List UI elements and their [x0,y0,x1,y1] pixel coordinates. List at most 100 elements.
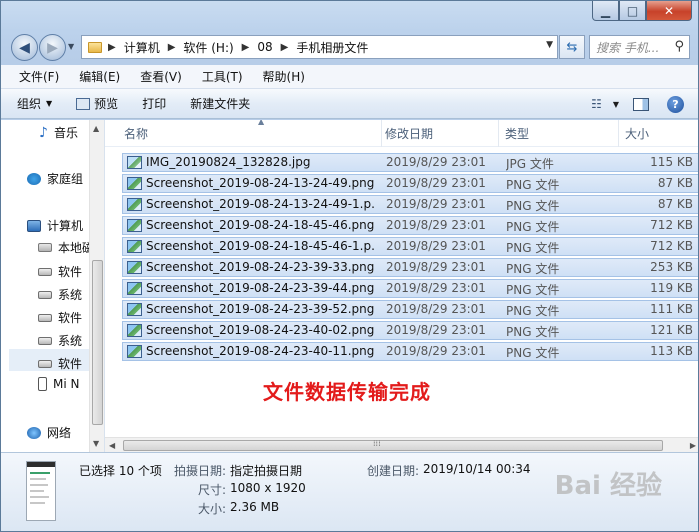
file-type: JPG 文件 [506,157,554,171]
sidebar-item-homegroup[interactable]: 家庭组 [27,170,89,187]
breadcrumb-folder-08[interactable]: 08 [257,40,272,54]
file-type: PNG 文件 [506,262,560,276]
file-row[interactable]: Screenshot_2019-08-24-23-39-33.png 2019/8… [122,258,698,277]
print-button[interactable]: 打印 [142,95,166,112]
sidebar-item-label: 计算机 [47,219,84,233]
file-list-pane: 名称 ▲ 修改日期 类型 大小 IMG_20190824_132828.jpg 2… [105,120,698,452]
file-modified-date: 2019/8/29 23:01 [386,218,486,232]
view-options-icon[interactable]: ☷ [591,97,602,111]
menu-help[interactable]: 帮助(H) [253,68,315,85]
minimize-button[interactable]: ▁ [592,1,619,21]
breadcrumb-separator-icon[interactable]: ▶ [108,42,116,53]
address-bar[interactable]: ▶ 计算机 ▶ 软件 (H:) ▶ 08 ▶ 手机相册文件 ▼ [81,35,558,59]
file-row[interactable]: Screenshot_2019-08-24-23-40-11.png 2019/8… [122,342,698,361]
recent-pages-dropdown[interactable]: ▼ [68,42,74,51]
created-date-value: 2019/10/14 00:34 [423,462,531,476]
file-row[interactable]: Screenshot_2019-08-24-13-24-49.png 2019/8… [122,174,698,193]
search-icon[interactable]: ⚲ [674,39,684,54]
view-chevron-down-icon[interactable]: ▼ [613,100,619,109]
maximize-button[interactable]: □ [619,1,646,21]
file-type: PNG 文件 [506,241,560,255]
file-modified-date: 2019/8/29 23:01 [386,197,486,211]
drive-icon [38,359,52,368]
file-name: Screenshot_2019-08-24-18-45-46-1.p... [146,239,376,253]
menu-edit[interactable]: 编辑(E) [69,68,130,85]
column-header-name[interactable]: 名称 ▲ [118,120,382,147]
file-modified-date: 2019/8/29 23:01 [386,260,486,274]
breadcrumb-current-folder[interactable]: 手机相册文件 [296,39,368,56]
scroll-right-icon[interactable]: ▶ [690,441,696,450]
print-label: 打印 [142,97,167,111]
created-date-label: 创建日期: [367,464,420,478]
file-size: 712 KB [650,218,693,232]
file-row[interactable]: Screenshot_2019-08-24-13-24-49-1.p... 201… [122,195,698,214]
jpg-image-file-icon [127,156,142,169]
file-row[interactable]: IMG_20190824_132828.jpg 2019/8/29 23:01 JP… [122,153,698,172]
scroll-left-icon[interactable]: ◀ [109,441,115,450]
file-modified-date: 2019/8/29 23:01 [386,302,486,316]
scroll-down-icon[interactable]: ▼ [93,439,99,448]
sort-ascending-icon: ▲ [258,120,265,126]
refresh-icon: ⇆ [566,39,578,55]
new-folder-button[interactable]: 新建文件夹 [190,95,250,112]
breadcrumb-computer[interactable]: 计算机 [124,39,160,56]
shot-date-value[interactable]: 指定拍摄日期 [230,462,302,479]
computer-icon [27,219,41,232]
menu-file[interactable]: 文件(F) [9,68,69,85]
back-button[interactable]: ◀ [11,34,38,61]
preview-button[interactable]: 预览 [76,95,118,112]
folder-icon [88,41,102,53]
png-image-file-icon [127,219,142,232]
shot-date-label: 拍摄日期: [174,464,227,478]
search-input[interactable]: 搜索 手机... ⚲ [589,35,690,59]
png-image-file-icon [127,198,142,211]
phone-icon [38,377,47,391]
file-row[interactable]: Screenshot_2019-08-24-23-39-44.png 2019/8… [122,279,698,298]
homegroup-icon [27,172,41,185]
file-row[interactable]: Screenshot_2019-08-24-18-45-46-1.p... 201… [122,237,698,256]
back-arrow-icon: ◀ [19,39,30,56]
drive-icon [38,267,52,276]
chevron-down-icon: ▼ [46,99,53,108]
new-folder-label: 新建文件夹 [190,97,251,111]
scrollbar-thumb[interactable] [92,260,103,425]
scroll-up-icon[interactable]: ▲ [93,124,99,133]
png-image-file-icon [127,240,142,253]
file-size: 115 KB [650,155,693,169]
sidebar-item-label: 软件 [58,265,83,279]
sidebar-item-network[interactable]: 网络 [27,424,89,441]
column-header-date[interactable]: 修改日期 [379,120,499,147]
preview-pane-icon[interactable] [633,97,649,111]
refresh-button[interactable]: ⇆ [559,35,585,59]
sidebar-item-computer[interactable]: 计算机 [27,217,89,234]
forward-button[interactable]: ▶ [39,34,66,61]
address-dropdown-icon[interactable]: ▼ [546,40,553,50]
breadcrumb-separator-icon[interactable]: ▶ [168,42,176,53]
details-pane: 已选择 10 个项 拍摄日期: 指定拍摄日期 创建日期: 2019/10/14 … [1,452,698,531]
file-row[interactable]: Screenshot_2019-08-24-23-39-52.png 2019/8… [122,300,698,319]
nav-pane-scrollbar[interactable]: ▲ ▼ [89,120,104,452]
help-icon[interactable]: ? [667,95,684,113]
dimensions-value: 1080 x 1920 [230,481,306,495]
menu-bar: 文件(F) 编辑(E) 查看(V) 工具(T) 帮助(H) [1,65,698,89]
scrollbar-thumb[interactable] [123,440,663,451]
file-row[interactable]: Screenshot_2019-08-24-23-40-02.png 2019/8… [122,321,698,340]
file-name: Screenshot_2019-08-24-18-45-46.png [146,218,375,232]
horizontal-scrollbar[interactable]: ◀ ⁞⁞⁞ ▶ [105,437,698,452]
file-name: Screenshot_2019-08-24-23-39-52.png [146,302,375,316]
organize-button[interactable]: 组织 ▼ [17,95,52,112]
menu-tools[interactable]: 工具(T) [192,68,253,85]
menu-view[interactable]: 查看(V) [130,68,192,85]
breadcrumb-separator-icon[interactable]: ▶ [281,42,289,53]
close-button[interactable]: ✕ [646,1,692,21]
file-row[interactable]: Screenshot_2019-08-24-18-45-46.png 2019/8… [122,216,698,235]
file-modified-date: 2019/8/29 23:01 [386,176,486,190]
column-header-type[interactable]: 类型 [499,120,619,147]
png-image-file-icon [127,324,142,337]
breadcrumb-drive[interactable]: 软件 (H:) [183,39,233,56]
png-image-file-icon [127,177,142,190]
column-header-size[interactable]: 大小 [619,120,698,147]
breadcrumb-separator-icon[interactable]: ▶ [242,42,250,53]
column-header-label: 类型 [505,127,530,141]
file-type: PNG 文件 [506,199,560,213]
